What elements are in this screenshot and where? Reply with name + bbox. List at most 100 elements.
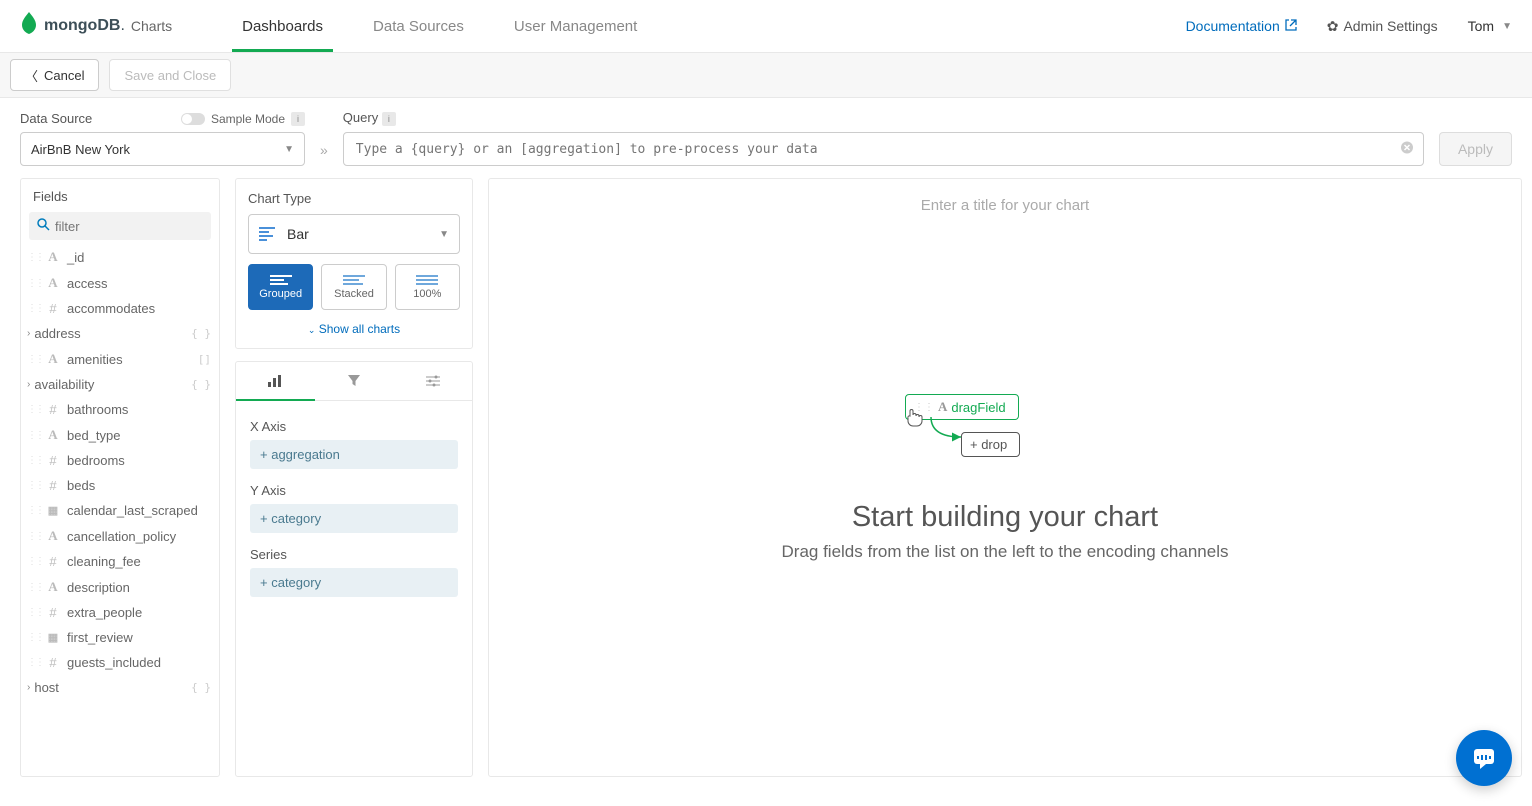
array-indicator: [] xyxy=(198,353,211,366)
field-item-access[interactable]: ⋮⋮Aaccess xyxy=(21,270,219,296)
data-source-select[interactable]: AirBnB New York ▼ xyxy=(20,132,305,166)
field-name: description xyxy=(67,580,130,595)
field-item-bathrooms[interactable]: ⋮⋮#bathrooms xyxy=(21,397,219,422)
fields-list[interactable]: ⋮⋮A_id⋮⋮Aaccess⋮⋮#accommodates›address{ … xyxy=(21,244,219,776)
drag-handle-icon: ⋮⋮ xyxy=(27,657,43,668)
field-name: cleaning_fee xyxy=(67,554,141,569)
subtype-stacked[interactable]: Stacked xyxy=(321,264,386,310)
header-right: Documentation ✿ Admin Settings Tom ▼ xyxy=(1186,18,1512,35)
fields-filter-input[interactable] xyxy=(29,212,211,240)
field-item-cancellation_policy[interactable]: ⋮⋮Acancellation_policy xyxy=(21,523,219,549)
encoding-body: X Axis aggregation Y Axis category Serie… xyxy=(236,401,472,625)
documentation-link[interactable]: Documentation xyxy=(1186,18,1297,34)
drag-handle-icon: ⋮⋮ xyxy=(27,430,43,441)
search-icon xyxy=(37,218,50,234)
query-input[interactable] xyxy=(343,132,1424,166)
object-indicator: { } xyxy=(191,327,211,340)
drag-handle-icon: ⋮⋮ xyxy=(27,252,43,263)
field-item-host[interactable]: › host { } xyxy=(21,675,219,700)
chart-subtype-row: Grouped Stacked 100% xyxy=(248,264,460,310)
field-type-icon: # xyxy=(45,301,61,316)
y-axis-dropzone[interactable]: category xyxy=(250,504,458,533)
sample-mode-label: Sample Mode xyxy=(211,112,285,126)
subtype-100[interactable]: 100% xyxy=(395,264,460,310)
chat-icon xyxy=(1470,744,1498,772)
drag-handle-icon: ⋮⋮ xyxy=(27,354,43,365)
drag-drop-illustration: ⋮⋮ A dragField + drop xyxy=(905,394,1105,474)
chevron-right-icon: › xyxy=(27,682,30,693)
query-block: Query i xyxy=(343,110,1424,166)
chart-type-select[interactable]: Bar ▼ xyxy=(248,214,460,254)
field-name: _id xyxy=(67,250,84,265)
drag-handle-icon: ⋮⋮ xyxy=(27,505,43,516)
save-and-close-button[interactable]: Save and Close xyxy=(109,59,231,91)
app-header: mongoDB. Charts Dashboards Data Sources … xyxy=(0,0,1532,53)
field-item-bed_type[interactable]: ⋮⋮Abed_type xyxy=(21,422,219,448)
field-type-icon: A xyxy=(45,427,61,443)
field-item-accommodates[interactable]: ⋮⋮#accommodates xyxy=(21,296,219,321)
field-type-icon: # xyxy=(45,402,61,417)
sample-mode-toggle-wrap: Sample Mode i xyxy=(181,112,305,126)
info-icon[interactable]: i xyxy=(291,112,305,126)
field-item-cleaning_fee[interactable]: ⋮⋮# cleaning_fee xyxy=(21,549,219,574)
nav-data-sources[interactable]: Data Sources xyxy=(373,2,464,51)
field-item-availability[interactable]: ›availability{ } xyxy=(21,372,219,397)
apply-button[interactable]: Apply xyxy=(1439,132,1512,166)
show-all-charts-link[interactable]: ⌄ Show all charts xyxy=(248,322,460,336)
expand-separator[interactable]: » xyxy=(320,142,328,166)
field-name: availability xyxy=(34,377,94,392)
field-item-calendar_last_scraped[interactable]: ⋮⋮▦calendar_last_scraped xyxy=(21,498,219,523)
x-axis-dropzone[interactable]: aggregation xyxy=(250,440,458,469)
chart-title-input[interactable]: Enter a title for your chart xyxy=(921,197,1089,214)
user-menu[interactable]: Tom ▼ xyxy=(1468,18,1512,34)
sliders-icon xyxy=(425,375,441,387)
field-name: first_review xyxy=(67,630,133,645)
field-type-icon: A xyxy=(45,528,61,544)
empty-state-text: Drag fields from the list on the left to… xyxy=(782,542,1229,562)
field-type-icon: ▦ xyxy=(45,631,61,644)
chevron-right-icon: › xyxy=(27,328,30,339)
drag-handle-icon: ⋮⋮ xyxy=(27,607,43,618)
field-item-first_review[interactable]: ⋮⋮▦ first_review xyxy=(21,625,219,650)
field-name: cancellation_policy xyxy=(67,529,176,544)
encoding-tab-customize[interactable] xyxy=(393,362,472,400)
field-item-description[interactable]: ⋮⋮Adescription xyxy=(21,574,219,600)
field-item-address[interactable]: ›address{ } xyxy=(21,321,219,346)
drag-handle-icon: ⋮⋮ xyxy=(27,556,43,567)
field-item-beds[interactable]: ⋮⋮# beds xyxy=(21,473,219,498)
field-type-icon: # xyxy=(45,478,61,493)
nav-user-management[interactable]: User Management xyxy=(514,2,637,51)
drag-handle-icon: ⋮⋮ xyxy=(27,582,43,593)
field-type-icon: # xyxy=(45,605,61,620)
info-icon[interactable]: i xyxy=(382,112,396,126)
field-name: beds xyxy=(67,478,95,493)
field-name: bed_type xyxy=(67,428,121,443)
field-type-icon: A xyxy=(45,351,61,367)
field-item-guests_included[interactable]: ⋮⋮#guests_included xyxy=(21,650,219,675)
field-name: host xyxy=(34,680,59,695)
field-name: amenities xyxy=(67,352,123,367)
field-item-bedrooms[interactable]: ⋮⋮#bedrooms xyxy=(21,448,219,473)
drag-handle-icon: ⋮⋮ xyxy=(27,480,43,491)
chart-config-panel: Chart Type Bar ▼ Grouped Stacked xyxy=(235,178,473,777)
nav-dashboards[interactable]: Dashboards xyxy=(242,2,323,51)
drag-handle-icon: ⋮⋮ xyxy=(27,632,43,643)
field-item-extra_people[interactable]: ⋮⋮#extra_people xyxy=(21,600,219,625)
field-item-_id[interactable]: ⋮⋮A_id xyxy=(21,244,219,270)
field-item-amenities[interactable]: ⋮⋮Aamenities [] xyxy=(21,346,219,372)
encoding-tab-channels[interactable] xyxy=(236,362,315,400)
cancel-button[interactable]: 〈 Cancel xyxy=(10,59,99,91)
admin-settings-link[interactable]: ✿ Admin Settings xyxy=(1327,18,1438,35)
object-indicator: { } xyxy=(191,681,211,694)
field-type-icon: # xyxy=(45,554,61,569)
drag-handle-icon: ⋮⋮ xyxy=(27,455,43,466)
clear-query-icon[interactable] xyxy=(1400,141,1414,158)
intercom-chat-button[interactable] xyxy=(1456,730,1512,786)
chart-canvas: Enter a title for your chart ⋮⋮ A dragFi… xyxy=(488,178,1522,777)
encoding-tab-filter[interactable] xyxy=(315,362,394,400)
sample-mode-toggle[interactable] xyxy=(181,113,205,125)
series-dropzone[interactable]: category xyxy=(250,568,458,597)
chart-type-box: Chart Type Bar ▼ Grouped Stacked xyxy=(235,178,473,349)
subtype-grouped[interactable]: Grouped xyxy=(248,264,313,310)
chevron-down-icon: ⌄ xyxy=(308,325,316,335)
